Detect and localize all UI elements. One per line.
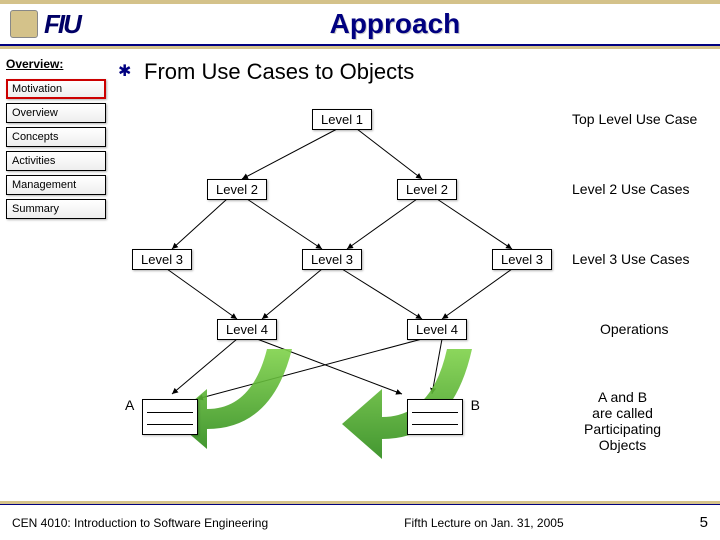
- label-row3: Level 3 Use Cases: [572, 251, 690, 267]
- node-level3b: Level 3: [302, 249, 362, 270]
- footer-right: Fifth Lecture on Jan. 31, 2005: [404, 516, 563, 530]
- label-row5: A and B are called Participating Objects: [584, 389, 661, 453]
- page-title: Approach: [80, 8, 710, 40]
- tree-diagram: Level 1 Level 2 Level 2 Level 3 Level 3 …: [112, 99, 712, 499]
- label-row2: Level 2 Use Cases: [572, 181, 690, 197]
- object-box-b: B: [407, 399, 463, 435]
- footer-left: CEN 4010: Introduction to Software Engin…: [12, 516, 268, 530]
- node-level1: Level 1: [312, 109, 372, 130]
- node-level4b: Level 4: [407, 319, 467, 340]
- node-level2b: Level 2: [397, 179, 457, 200]
- sidebar-title: Overview:: [6, 57, 106, 71]
- node-level3c: Level 3: [492, 249, 552, 270]
- object-label-a: A: [125, 397, 134, 413]
- footer-page: 5: [700, 514, 708, 531]
- content-heading: From Use Cases to Objects: [144, 59, 720, 85]
- footer: CEN 4010: Introduction to Software Engin…: [0, 504, 720, 540]
- fiu-logo-text: FIU: [44, 9, 80, 40]
- fiu-seal-icon: [10, 10, 38, 38]
- node-level2a: Level 2: [207, 179, 267, 200]
- sidebar-item-management[interactable]: Management: [6, 175, 106, 195]
- sidebar-item-summary[interactable]: Summary: [6, 199, 106, 219]
- bullet-icon: ✱: [118, 61, 131, 81]
- object-box-a: A: [142, 399, 198, 435]
- object-label-b: B: [471, 397, 480, 413]
- node-level3a: Level 3: [132, 249, 192, 270]
- sidebar-item-motivation[interactable]: Motivation: [6, 79, 106, 99]
- sidebar-item-concepts[interactable]: Concepts: [6, 127, 106, 147]
- sidebar-item-activities[interactable]: Activities: [6, 151, 106, 171]
- sidebar: Overview: Motivation Overview Concepts A…: [0, 49, 112, 503]
- fiu-letters: FIU: [44, 9, 80, 40]
- node-level4a: Level 4: [217, 319, 277, 340]
- label-row1: Top Level Use Case: [572, 111, 697, 127]
- label-row4: Operations: [600, 321, 668, 337]
- content-area: ✱ From Use Cases to Objects: [112, 49, 720, 503]
- sidebar-item-overview[interactable]: Overview: [6, 103, 106, 123]
